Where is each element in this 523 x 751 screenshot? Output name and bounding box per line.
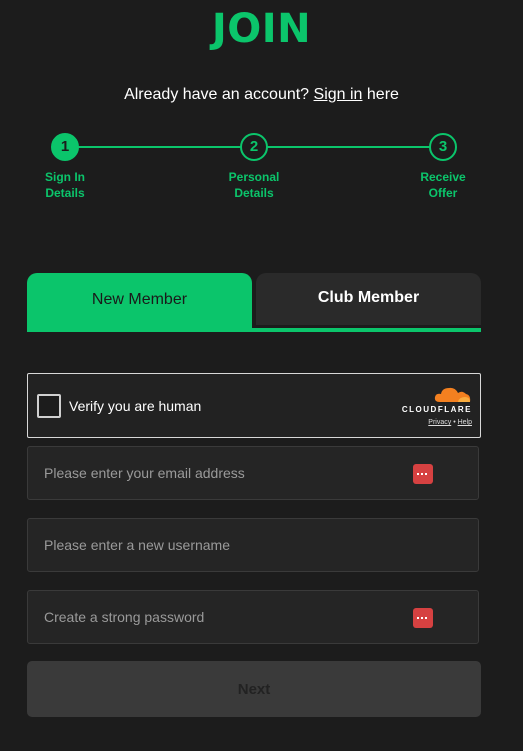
- captcha-widget: Verify you are human CLOUDFLARE Privacy …: [27, 373, 481, 438]
- email-field[interactable]: [28, 447, 478, 499]
- next-button[interactable]: Next: [27, 661, 481, 717]
- email-field-wrapper: [27, 446, 479, 500]
- links-separator: •: [453, 419, 456, 426]
- progress-stepper: 1 Sign In Details 2 Personal Details 3 R…: [27, 133, 481, 213]
- step-2-label: Personal Details: [228, 170, 280, 200]
- step-1-circle: 1: [51, 133, 79, 161]
- tab-underline: [27, 328, 481, 332]
- member-tabs: New Member Club Member: [27, 273, 481, 333]
- cloudflare-links: Privacy • Help: [394, 419, 472, 426]
- captcha-label: Verify you are human: [69, 398, 202, 414]
- signin-prompt: Already have an account? Sign in here: [0, 86, 523, 104]
- step-sign-in: 1 Sign In Details: [25, 133, 105, 201]
- cloudflare-brand: CLOUDFLARE: [401, 405, 472, 414]
- page-title: JOIN: [211, 6, 312, 52]
- help-link[interactable]: Help: [458, 419, 472, 426]
- signin-prefix: Already have an account?: [124, 86, 310, 103]
- step-personal: 2 Personal Details: [214, 133, 294, 201]
- step-2-circle: 2: [240, 133, 268, 161]
- password-field-wrapper: [27, 590, 479, 644]
- cloudflare-cloud-icon: [434, 387, 471, 402]
- username-field-wrapper: [27, 518, 479, 572]
- password-manager-icon[interactable]: [413, 464, 433, 484]
- signin-link[interactable]: Sign in: [314, 86, 363, 103]
- cloudflare-logo: CLOUDFLARE Privacy • Help: [394, 385, 472, 426]
- step-offer: 3 Receive Offer: [403, 133, 483, 201]
- password-field[interactable]: [28, 591, 478, 643]
- step-1-label: Sign In Details: [45, 170, 85, 200]
- captcha-checkbox[interactable]: [37, 394, 61, 418]
- step-3-label: Receive Offer: [420, 170, 466, 200]
- tab-new-member[interactable]: New Member: [27, 273, 252, 329]
- tab-club-member[interactable]: Club Member: [256, 273, 481, 325]
- password-manager-icon[interactable]: [413, 608, 433, 628]
- signin-suffix: here: [366, 86, 399, 103]
- username-field[interactable]: [28, 519, 478, 571]
- privacy-link[interactable]: Privacy: [428, 419, 451, 426]
- step-3-circle: 3: [429, 133, 457, 161]
